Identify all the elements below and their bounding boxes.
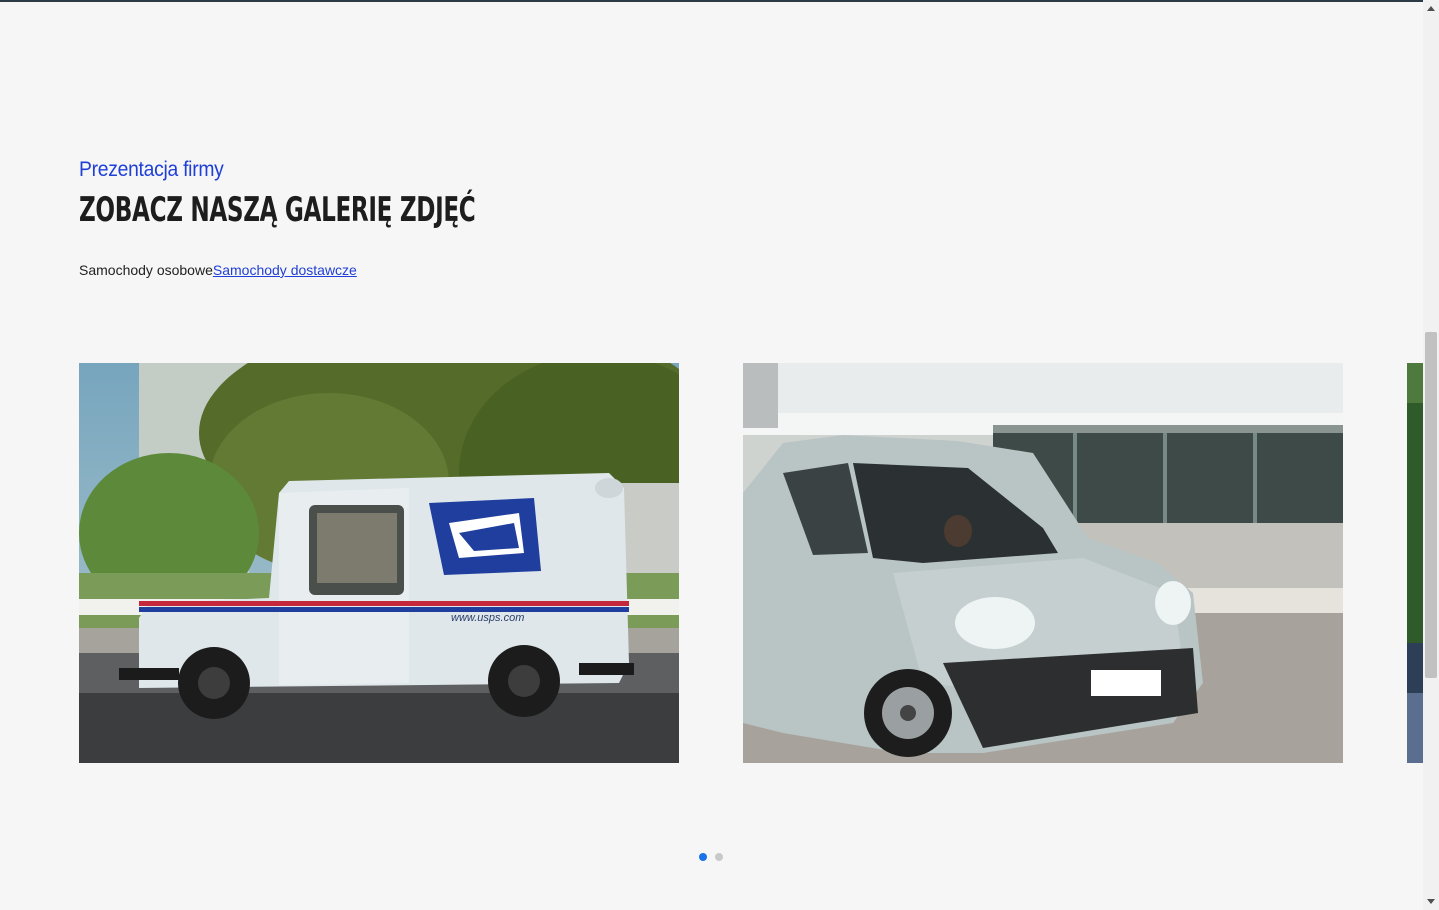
gallery-slide-3[interactable] xyxy=(1407,363,1423,763)
gallery-pagination xyxy=(699,853,731,871)
section-eyebrow: Prezentacja firmy xyxy=(79,158,224,181)
partial-slide-image xyxy=(1407,363,1423,763)
gallery-tabs: Samochody osoboweSamochody dostawcze xyxy=(79,262,357,278)
scrollbar-thumb[interactable] xyxy=(1425,332,1437,678)
truck-url-text: www.usps.com xyxy=(451,612,524,624)
section-title: Zobacz naszą galerię zdjęć xyxy=(79,190,476,230)
pagination-dot-1[interactable] xyxy=(699,853,707,861)
mail-truck-image: www.usps.com xyxy=(79,363,679,763)
pagination-dot-2[interactable] xyxy=(715,853,723,861)
grey-van-image xyxy=(743,363,1343,763)
scroll-down-icon[interactable] xyxy=(1427,899,1435,904)
gallery-section: Prezentacja firmy Zobacz naszą galerię z… xyxy=(0,0,1423,910)
gallery-slide-2[interactable] xyxy=(743,363,1343,763)
gallery-slide-1[interactable]: www.usps.com xyxy=(79,363,679,763)
vertical-scrollbar[interactable] xyxy=(1423,0,1439,910)
scroll-up-icon[interactable] xyxy=(1427,6,1435,11)
tab-samochody-osobowe[interactable]: Samochody osobowe xyxy=(79,262,213,278)
tab-samochody-dostawcze[interactable]: Samochody dostawcze xyxy=(213,262,357,278)
